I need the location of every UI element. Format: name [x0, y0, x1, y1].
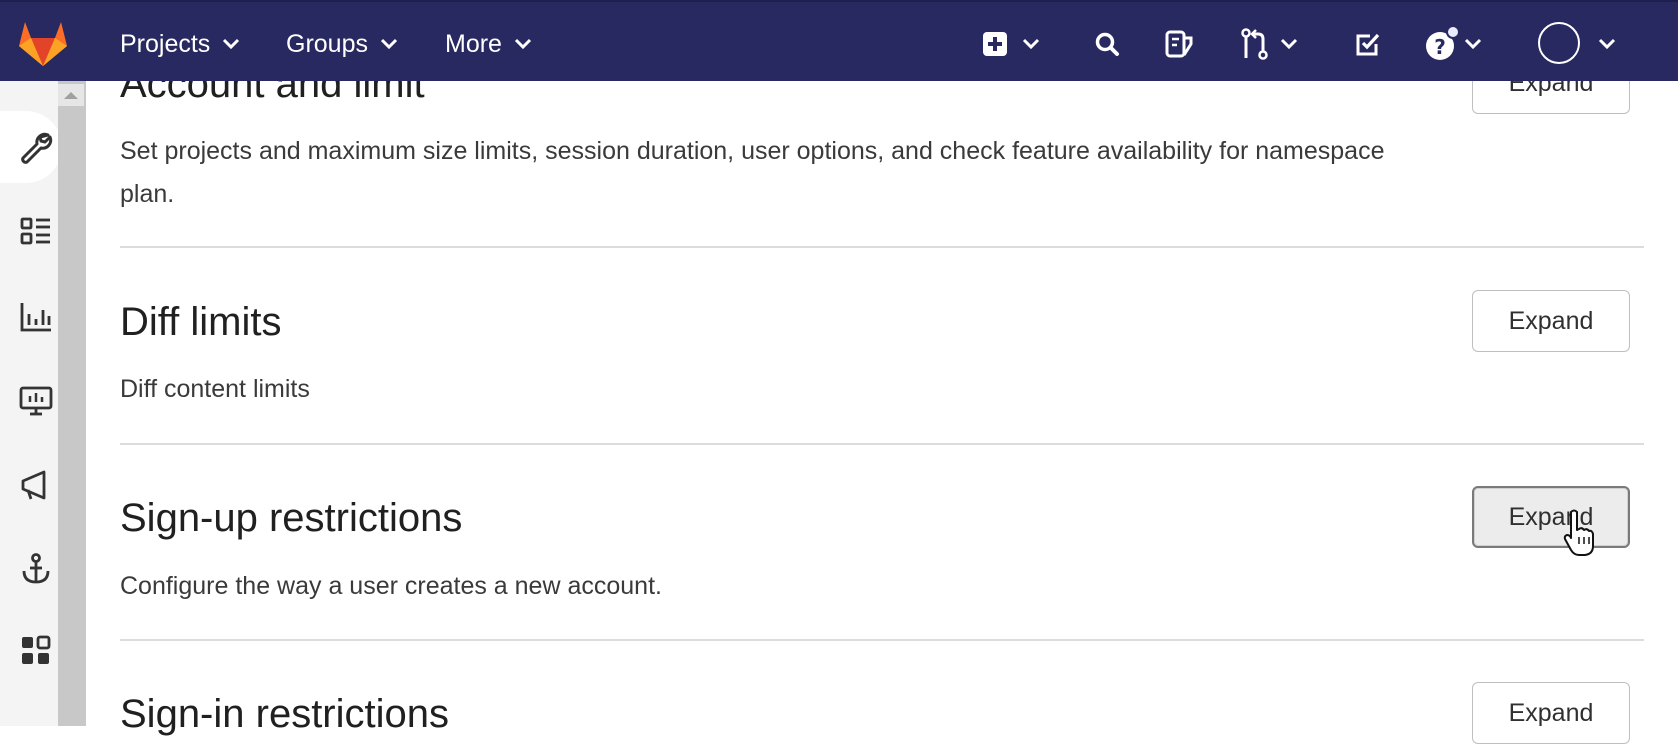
more-menu[interactable]: More [445, 28, 532, 60]
chevron-down-icon [1598, 38, 1616, 50]
section-description-diff-limits: Diff content limits [120, 375, 310, 403]
applications-icon[interactable] [18, 633, 54, 669]
groups-menu[interactable]: Groups [286, 28, 398, 60]
expand-button-sign-up-restrictions[interactable]: Expand [1472, 486, 1630, 548]
chevron-down-icon [380, 38, 398, 50]
section-title-sign-in-restrictions: Sign-in restrictions [120, 692, 450, 736]
chevron-down-icon [1280, 38, 1298, 50]
hand-pointer-cursor-icon [1563, 509, 1594, 556]
wrench-icon[interactable] [18, 129, 54, 165]
groups-menu-label: Groups [286, 29, 368, 58]
issues-icon [1165, 30, 1193, 58]
messages-icon[interactable] [18, 467, 54, 503]
chevron-down-icon [514, 38, 532, 50]
chevron-down-icon [1022, 38, 1040, 50]
user-avatar[interactable] [1538, 22, 1580, 64]
projects-menu-label: Projects [120, 29, 211, 58]
admin-sidebar [0, 81, 62, 726]
overview-icon[interactable] [18, 214, 54, 250]
chevron-down-icon [223, 38, 240, 50]
vertical-scrollbar[interactable] [58, 81, 86, 726]
section-divider [120, 246, 1644, 248]
user-menu-chevron[interactable] [1598, 24, 1616, 64]
new-item-dropdown[interactable] [982, 24, 1040, 64]
search-icon [1095, 32, 1119, 56]
top-navbar: Projects Groups More ? [0, 0, 1678, 81]
todos-button[interactable] [1354, 24, 1382, 64]
search-button[interactable] [1094, 24, 1120, 64]
merge-request-icon [1241, 28, 1268, 60]
section-divider [120, 443, 1644, 445]
section-divider [120, 639, 1644, 641]
chevron-down-icon [1464, 38, 1482, 50]
projects-menu[interactable]: Projects [120, 28, 240, 60]
issues-button[interactable] [1164, 24, 1194, 64]
section-description-account-and-limit: Set projects and maximum size limits, se… [120, 137, 1385, 208]
plus-square-icon [983, 32, 1007, 56]
expand-button-diff-limits[interactable]: Expand [1472, 290, 1630, 352]
merge-requests-dropdown[interactable] [1240, 24, 1298, 64]
section-title-diff-limits: Diff limits [120, 300, 282, 344]
help-dropdown[interactable]: ? [1424, 24, 1482, 64]
more-menu-label: More [445, 29, 502, 58]
scroll-up-arrow[interactable] [58, 84, 84, 106]
triangle-up-icon [64, 92, 78, 99]
gitlab-logo[interactable] [16, 18, 70, 68]
monitoring-icon[interactable] [18, 383, 54, 419]
analytics-icon[interactable] [18, 299, 54, 335]
todo-icon [1356, 33, 1380, 56]
hooks-icon[interactable] [18, 551, 54, 587]
section-description-sign-up-restrictions: Configure the way a user creates a new a… [120, 572, 662, 600]
section-title-sign-up-restrictions: Sign-up restrictions [120, 496, 463, 540]
svg-text:?: ? [1434, 35, 1446, 59]
help-icon: ? [1426, 26, 1460, 60]
expand-button-sign-in-restrictions[interactable]: Expand [1472, 682, 1630, 744]
